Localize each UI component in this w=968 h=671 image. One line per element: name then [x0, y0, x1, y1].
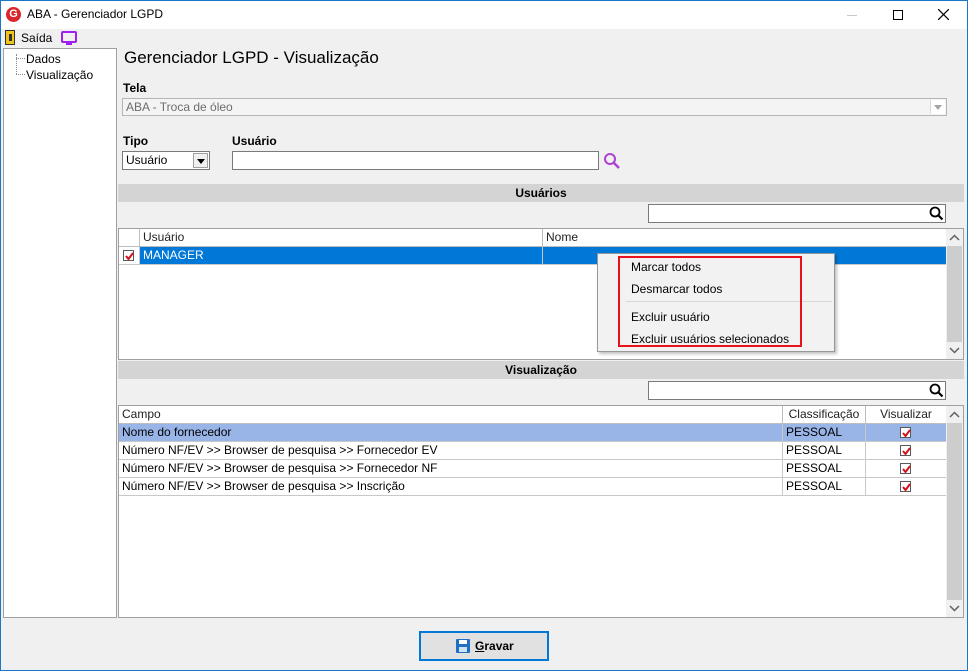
cell-visualizar[interactable]: [866, 424, 947, 442]
cell-visualizar[interactable]: [866, 478, 947, 496]
visualizacao-section-header: Visualização: [118, 361, 964, 379]
grid-header-usuario[interactable]: Usuário: [140, 229, 543, 247]
usuario-input[interactable]: [232, 151, 599, 170]
visualizar-checkbox[interactable]: [900, 445, 911, 456]
usuario-label: Usuário: [232, 134, 277, 148]
cell-campo: Número NF/EV >> Browser de pesquisa >> F…: [119, 460, 783, 478]
row-checkbox[interactable]: [123, 250, 134, 261]
grid-header-visualizar[interactable]: Visualizar: [866, 406, 947, 424]
cell-classificacao: PESSOAL: [783, 460, 866, 478]
visualizacao-filter-search-button[interactable]: [927, 381, 947, 401]
tree-connector: [16, 58, 25, 59]
usuarios-section-header: Usuários: [118, 184, 964, 202]
table-row[interactable]: Número NF/EV >> Browser de pesquisa >> I…: [119, 478, 947, 496]
visualizacao-filter-input[interactable]: [648, 381, 946, 400]
cell-campo: Número NF/EV >> Browser de pesquisa >> F…: [119, 442, 783, 460]
search-usuario-button[interactable]: [602, 151, 622, 171]
cell-classificacao: PESSOAL: [783, 424, 866, 442]
title-bar: G ABA - Gerenciador LGPD: [1, 1, 967, 29]
usuarios-scrollbar[interactable]: [946, 229, 963, 359]
check-icon: [902, 429, 911, 438]
search-icon: [604, 153, 620, 169]
visualizar-checkbox[interactable]: [900, 481, 911, 492]
usuarios-grid: Usuário Nome MANAGER: [118, 228, 964, 360]
cell-visualizar[interactable]: [866, 460, 947, 478]
floppy-disk-icon: [456, 639, 470, 653]
maximize-icon: [893, 10, 903, 20]
monitor-icon[interactable]: [61, 31, 77, 45]
page-title: Gerenciador LGPD - Visualização: [124, 48, 379, 67]
menu-bar: Saída: [1, 29, 967, 47]
cell-usuario: MANAGER: [140, 247, 543, 265]
annotation-highlight-box: [618, 256, 802, 347]
cell-campo: Número NF/EV >> Browser de pesquisa >> I…: [119, 478, 783, 496]
tela-value: ABA - Troca de óleo: [126, 100, 233, 114]
window-title: ABA - Gerenciador LGPD: [27, 7, 164, 21]
chevron-down-icon: [949, 605, 960, 612]
visualizacao-grid: Campo Classificação Visualizar Nome do f…: [118, 405, 964, 618]
exit-menu-item[interactable]: Saída: [21, 31, 52, 45]
tipo-value: Usuário: [126, 153, 168, 167]
maximize-button[interactable]: [875, 1, 921, 29]
scroll-up-button[interactable]: [946, 229, 963, 246]
chevron-down-icon: [949, 347, 960, 354]
cell-classificacao: PESSOAL: [783, 478, 866, 496]
chevron-down-icon[interactable]: [193, 153, 208, 168]
visualizacao-scrollbar[interactable]: [946, 406, 963, 617]
minimize-button[interactable]: [829, 1, 875, 29]
search-icon: [929, 206, 944, 221]
cell-campo: Nome do fornecedor: [119, 424, 783, 442]
app-logo-icon: G: [6, 7, 21, 22]
exit-door-icon[interactable]: [5, 30, 15, 45]
app-window: G ABA - Gerenciador LGPD Saída Dados Vis…: [0, 0, 968, 671]
grid-header-campo[interactable]: Campo: [119, 406, 783, 424]
scroll-thumb[interactable]: [947, 423, 962, 600]
scroll-down-button[interactable]: [946, 342, 963, 359]
navigation-tree: Dados Visualização: [3, 48, 117, 618]
check-icon: [902, 447, 911, 456]
tree-connector: [16, 54, 17, 74]
cell-classificacao: PESSOAL: [783, 442, 866, 460]
table-row[interactable]: Número NF/EV >> Browser de pesquisa >> F…: [119, 442, 947, 460]
usuarios-filter-search-button[interactable]: [927, 204, 947, 224]
tree-item-visualizacao[interactable]: Visualização: [26, 68, 93, 82]
save-button[interactable]: Gravar: [419, 631, 549, 661]
visualizar-checkbox[interactable]: [900, 463, 911, 474]
row-checkbox-cell[interactable]: [119, 247, 140, 265]
usuarios-filter-input[interactable]: [648, 204, 946, 223]
table-row[interactable]: Nome do fornecedor PESSOAL: [119, 424, 947, 442]
table-row[interactable]: Número NF/EV >> Browser de pesquisa >> F…: [119, 460, 947, 478]
tree-connector: [16, 74, 25, 75]
chevron-up-icon: [949, 411, 960, 418]
minimize-icon: [847, 15, 857, 16]
close-button[interactable]: [921, 1, 967, 29]
search-icon: [929, 383, 944, 398]
cell-visualizar[interactable]: [866, 442, 947, 460]
check-icon: [125, 252, 134, 261]
tipo-select[interactable]: Usuário: [122, 151, 210, 170]
visualizar-checkbox[interactable]: [900, 427, 911, 438]
chevron-down-icon[interactable]: [930, 100, 945, 114]
scroll-thumb[interactable]: [947, 246, 962, 342]
grid-header-nome[interactable]: Nome: [543, 229, 947, 247]
scroll-up-button[interactable]: [946, 406, 963, 423]
close-icon: [938, 9, 949, 20]
tipo-label: Tipo: [123, 134, 149, 148]
check-icon: [902, 483, 911, 492]
grid-header-check: [119, 229, 140, 247]
tree-item-dados[interactable]: Dados: [26, 52, 61, 66]
tela-combobox[interactable]: ABA - Troca de óleo: [122, 98, 947, 116]
tela-label: Tela: [123, 81, 147, 95]
save-button-label: Gravar: [475, 639, 514, 653]
grid-header-classificacao[interactable]: Classificação: [783, 406, 866, 424]
check-icon: [902, 465, 911, 474]
chevron-up-icon: [949, 234, 960, 241]
scroll-down-button[interactable]: [946, 600, 963, 617]
